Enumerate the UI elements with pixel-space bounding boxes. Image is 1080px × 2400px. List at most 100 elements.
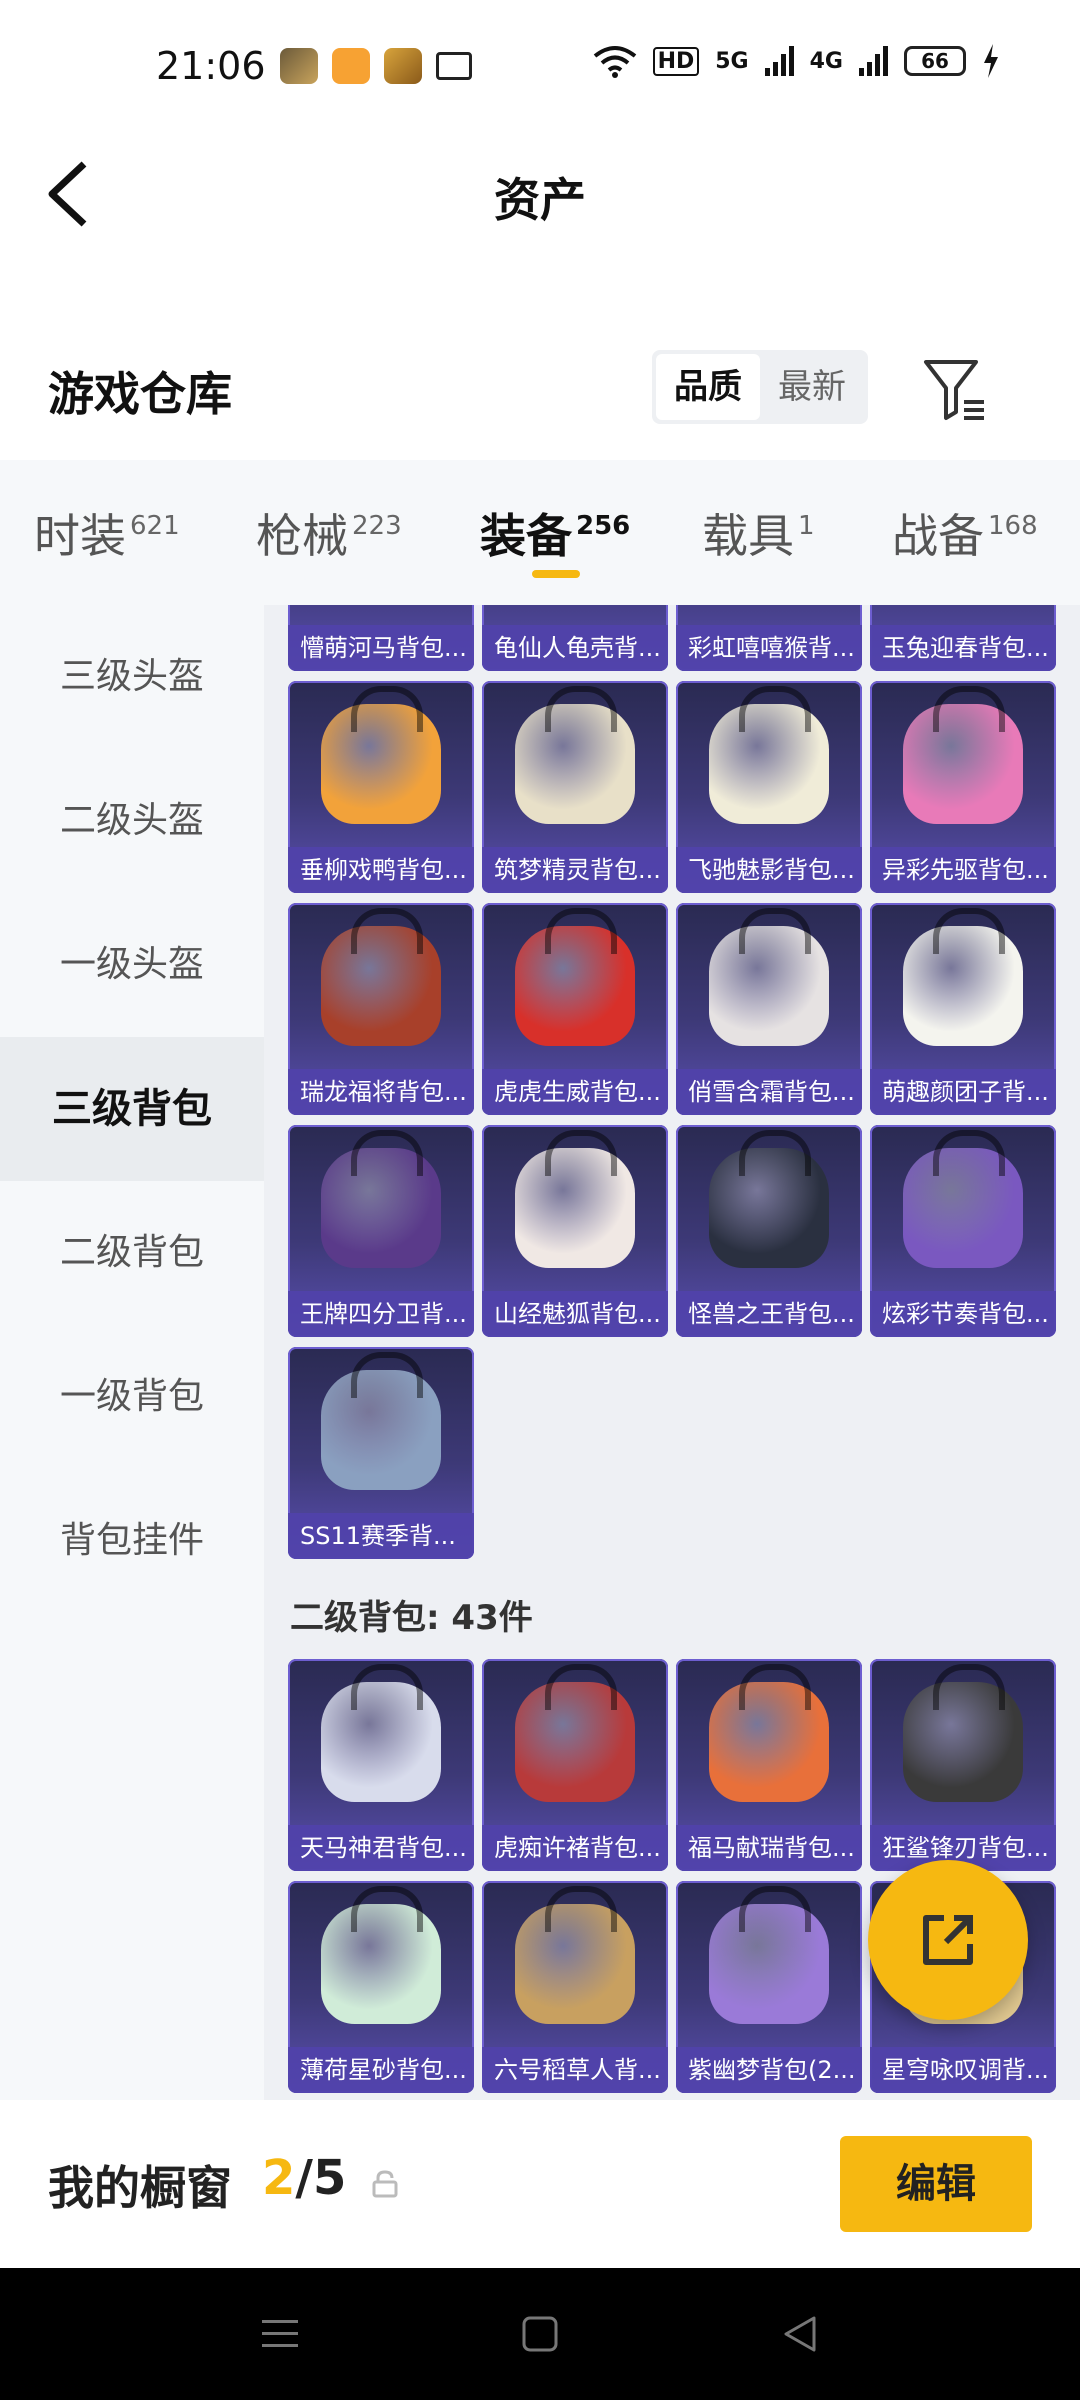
header: 资产: [0, 130, 1080, 260]
sort-quality-option[interactable]: 品质: [656, 354, 760, 420]
network-5g-label: 5G: [715, 48, 749, 74]
item-name: SS11赛季背...: [288, 1513, 474, 1559]
item-card[interactable]: 虎痴许褚背包...: [482, 1659, 668, 1871]
backpack-icon: [515, 1130, 635, 1268]
item-card[interactable]: 玉兔迎春背包...: [870, 605, 1056, 671]
item-thumbnail: [288, 1125, 474, 1291]
status-indicators: HD 5G 4G 66: [593, 44, 1000, 78]
battery-indicator: 66: [904, 46, 966, 76]
item-card[interactable]: 懵萌河马背包...: [288, 605, 474, 671]
sidebar-item-helmet-2[interactable]: 二级头盔: [0, 749, 264, 893]
system-navigation-bar: [0, 2268, 1080, 2400]
charging-icon: [984, 44, 998, 78]
item-thumbnail: [482, 903, 668, 1069]
item-name: 星穹咏叹调背...: [870, 2047, 1056, 2093]
status-app-icons: [280, 48, 472, 84]
sidebar-item-backpack-charm[interactable]: 背包挂件: [0, 1469, 264, 1613]
item-thumbnail: [676, 1659, 862, 1825]
item-name: 龟仙人龟壳背...: [482, 625, 668, 671]
showcase-current: 2: [262, 2150, 296, 2206]
backpack-icon: [903, 1664, 1023, 1802]
item-card[interactable]: 龟仙人龟壳背...: [482, 605, 668, 671]
signal-4g-icon: [859, 46, 888, 76]
item-thumbnail: [288, 1881, 474, 2047]
tab-label: 时装: [34, 509, 126, 563]
item-thumbnail: [870, 903, 1056, 1069]
item-thumbnail: [870, 1125, 1056, 1291]
signal-5g-icon: [764, 46, 794, 76]
backpack-icon: [903, 908, 1023, 1046]
item-thumbnail: [676, 681, 862, 847]
item-name: 怪兽之王背包...: [676, 1291, 862, 1337]
filter-button[interactable]: [920, 354, 990, 424]
backpack-icon: [709, 908, 829, 1046]
item-thumbnail: [288, 903, 474, 1069]
item-name: 虎痴许褚背包...: [482, 1825, 668, 1871]
tab-guns[interactable]: 枪械 223: [256, 500, 402, 566]
item-thumbnail: [482, 681, 668, 847]
item-thumbnail: [870, 681, 1056, 847]
status-bar: 21:06 HD 5G 4G 66: [0, 0, 1080, 130]
sidebar-item-backpack-1[interactable]: 一级背包: [0, 1325, 264, 1469]
item-name: 筑梦精灵背包...: [482, 847, 668, 893]
item-thumbnail: [288, 681, 474, 847]
item-card[interactable]: 萌趣颜团子背...: [870, 903, 1056, 1115]
mail-icon: [436, 52, 472, 80]
sidebar-item-backpack-3[interactable]: 三级背包: [0, 1037, 264, 1181]
item-card[interactable]: 福马献瑞背包...: [676, 1659, 862, 1871]
item-card[interactable]: 王牌四分卫背...: [288, 1125, 474, 1337]
item-card[interactable]: 六号稻草人背...: [482, 1881, 668, 2093]
backpack-icon: [515, 686, 635, 824]
item-card[interactable]: 彩虹嘻嘻猴背...: [676, 605, 862, 671]
item-card[interactable]: 怪兽之王背包...: [676, 1125, 862, 1337]
sidebar-item-backpack-2[interactable]: 二级背包: [0, 1181, 264, 1325]
item-card[interactable]: 异彩先驱背包...: [870, 681, 1056, 893]
item-name: 薄荷星砂背包...: [288, 2047, 474, 2093]
backpack-icon: [709, 1886, 829, 2024]
backpack-icon: [321, 1352, 441, 1490]
item-card[interactable]: SS11赛季背...: [288, 1347, 474, 1559]
tab-label: 装备: [480, 509, 572, 563]
item-thumbnail: [676, 903, 862, 1069]
home-icon[interactable]: [518, 2312, 562, 2356]
tab-battle-gear[interactable]: 战备 168: [892, 500, 1038, 566]
backpack-icon: [709, 1130, 829, 1268]
item-name: 山经魅狐背包...: [482, 1291, 668, 1337]
item-card[interactable]: 紫幽梦背包(2...: [676, 1881, 862, 2093]
item-card[interactable]: 狂鲨锋刃背包...: [870, 1659, 1056, 1871]
tab-label: 载具: [702, 509, 794, 563]
item-card[interactable]: 俏雪含霜背包...: [676, 903, 862, 1115]
edit-button[interactable]: 编辑: [840, 2136, 1032, 2232]
item-card[interactable]: 薄荷星砂背包...: [288, 1881, 474, 2093]
sidebar-item-helmet-1[interactable]: 一级头盔: [0, 893, 264, 1037]
backpack-icon: [515, 1886, 635, 2024]
network-4g-label: 4G: [809, 48, 843, 74]
item-name: 玉兔迎春背包...: [870, 625, 1056, 671]
item-thumbnail: [288, 1659, 474, 1825]
item-card[interactable]: 炫彩节奏背包...: [870, 1125, 1056, 1337]
item-card[interactable]: 筑梦精灵背包...: [482, 681, 668, 893]
menu-icon[interactable]: [258, 2312, 302, 2356]
back-nav-icon[interactable]: [778, 2312, 822, 2356]
item-name: 六号稻草人背...: [482, 2047, 668, 2093]
item-card[interactable]: 天马神君背包...: [288, 1659, 474, 1871]
my-showcase-bar: 我的橱窗 2/5 编辑: [0, 2100, 1080, 2268]
tab-vehicles[interactable]: 载具 1: [702, 500, 815, 566]
share-button[interactable]: [868, 1860, 1028, 2020]
item-card[interactable]: 瑞龙福将背包...: [288, 903, 474, 1115]
backpack-icon: [321, 1664, 441, 1802]
tab-fashion[interactable]: 时装 621: [34, 500, 180, 566]
item-name: 飞驰魅影背包...: [676, 847, 862, 893]
item-name: 异彩先驱背包...: [870, 847, 1056, 893]
sort-newest-option[interactable]: 最新: [760, 354, 864, 420]
sidebar-item-helmet-3[interactable]: 三级头盔: [0, 605, 264, 749]
backpack-icon: [321, 1886, 441, 2024]
item-card[interactable]: 虎虎生威背包...: [482, 903, 668, 1115]
item-name: 懵萌河马背包...: [288, 625, 474, 671]
item-name: 瑞龙福将背包...: [288, 1069, 474, 1115]
item-card[interactable]: 山经魅狐背包...: [482, 1125, 668, 1337]
tab-equipment[interactable]: 装备 256: [480, 500, 630, 566]
share-icon: [923, 1915, 973, 1965]
item-card[interactable]: 垂柳戏鸭背包...: [288, 681, 474, 893]
item-card[interactable]: 飞驰魅影背包...: [676, 681, 862, 893]
